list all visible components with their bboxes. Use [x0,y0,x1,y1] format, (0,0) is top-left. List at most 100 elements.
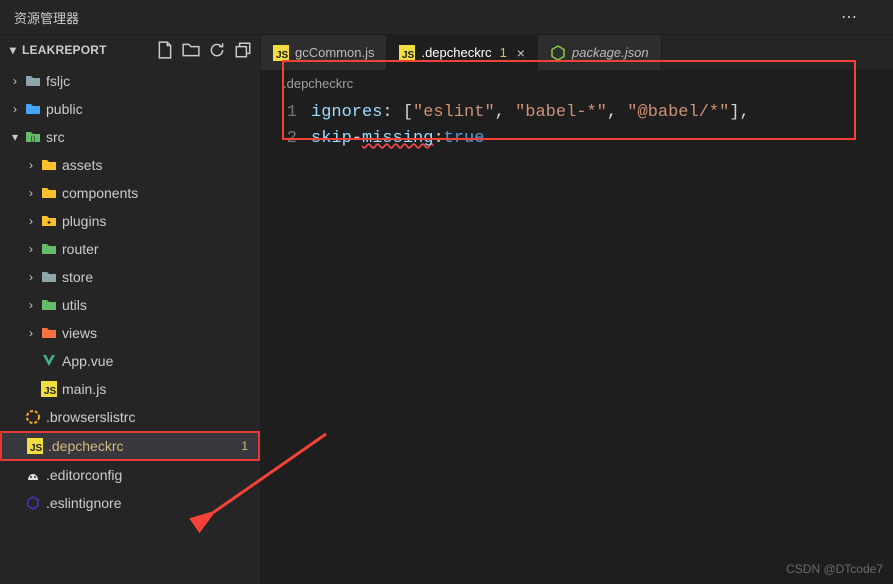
project-name: LEAKREPORT [22,43,107,57]
new-folder-icon[interactable] [182,41,200,59]
folder-green-icon [40,296,58,314]
chevron-down-icon[interactable]: ▾ [8,130,22,144]
file-tree: › fsljc › public ▾ ⟨⟩ src › assets › components › ✦ p… [0,65,260,584]
svg-text:JS: JS [44,386,57,397]
folder-plugins[interactable]: › ✦ plugins [0,207,260,235]
folder-yellow-icon [40,156,58,174]
file-label: .editorconfig [46,467,122,483]
line-numbers: 12 [261,100,311,584]
folder-yellow-plug-icon: ✦ [40,212,58,230]
js-icon: JS [399,45,415,61]
svg-text:JS: JS [402,50,415,61]
code-content[interactable]: ignores: ["eslint", "babel-*", "@babel/*… [311,100,893,584]
explorer-title: 资源管理器 [14,8,79,27]
file-label: .eslintignore [46,495,122,511]
tab-label: .depcheckrc [421,45,491,60]
explorer-titlebar: 资源管理器 ⋯ [0,0,893,35]
js-icon: JS [273,45,289,61]
node-icon [550,45,566,61]
file-label: .depcheckrc [48,438,123,454]
tab--depcheckrc[interactable]: JS .depcheckrc 1 × [387,35,538,70]
line-number: 1 [261,100,297,126]
close-icon[interactable]: × [517,45,525,61]
file-.eslintignore[interactable]: .eslintignore [0,489,260,517]
line-number: 2 [261,126,297,152]
browserslist-icon [24,408,42,426]
breadcrumb-file: .depcheckrc [283,76,353,91]
folder-router[interactable]: › router [0,235,260,263]
chevron-right-icon[interactable]: › [24,214,38,228]
folder-src[interactable]: ▾ ⟨⟩ src [0,123,260,151]
collapse-all-icon[interactable] [234,41,252,59]
tab-label: gcCommon.js [295,45,374,60]
modified-badge: 1 [241,439,248,453]
file-label: router [62,241,99,257]
chevron-right-icon[interactable]: › [8,102,22,116]
file-label: .browserslistrc [46,409,135,425]
js-icon: JS [26,437,44,455]
svg-text:JS: JS [276,50,289,61]
chevron-right-icon[interactable]: › [24,270,38,284]
js-icon: JS [40,380,58,398]
file-label: fsljc [46,73,70,89]
chevron-down-icon: ▾ [6,43,20,57]
file-.browserslistrc[interactable]: .browserslistrc [0,403,260,431]
folder-yellow-icon [40,184,58,202]
chevron-right-icon[interactable]: › [24,242,38,256]
code-line[interactable]: skip-missing:true [311,126,893,152]
file-label: views [62,325,97,341]
svg-text:✦: ✦ [46,219,52,227]
folder-assets[interactable]: › assets [0,151,260,179]
watermark: CSDN @DTcode7 [786,562,883,576]
file-label: plugins [62,213,106,229]
file-label: main.js [62,381,106,397]
file-label: store [62,269,93,285]
folder-views[interactable]: › views [0,319,260,347]
folder-orange-icon [40,324,58,342]
explorer-sidebar: ▾ LEAKREPORT ›fsljc›public▾⟨⟩src›assets›… [0,35,261,584]
file-main.js[interactable]: JS main.js [0,375,260,403]
folder-public[interactable]: › public [0,95,260,123]
svg-text:⟨⟩: ⟨⟩ [30,135,36,143]
file-label: utils [62,297,87,313]
vue-icon [40,352,58,370]
folder-fsljc[interactable]: › fsljc [0,67,260,95]
code-editor[interactable]: 12 ignores: ["eslint", "babel-*", "@babe… [261,96,893,584]
chevron-right-icon[interactable]: › [8,74,22,88]
svg-text:JS: JS [30,443,43,454]
file-label: src [46,129,65,145]
editorconfig-icon [24,466,42,484]
editor-tabs: JS gcCommon.js JS .depcheckrc 1 × package.json [261,35,893,70]
file-label: App.vue [62,353,113,369]
refresh-icon[interactable] [208,41,226,59]
more-actions-button[interactable]: ⋯ [841,7,859,27]
file-.editorconfig[interactable]: .editorconfig [0,461,260,489]
chevron-right-icon[interactable]: › [24,186,38,200]
editor-area: JS gcCommon.js JS .depcheckrc 1 × package.json… [261,35,893,584]
modified-badge: 1 [500,45,507,60]
folder-gray-icon [40,268,58,286]
folder-blue-icon [24,100,42,118]
folder-components[interactable]: › components [0,179,260,207]
file-App.vue[interactable]: App.vue [0,347,260,375]
tab-package-json[interactable]: package.json [538,35,662,70]
new-file-icon[interactable] [156,41,174,59]
chevron-right-icon[interactable]: › [24,298,38,312]
project-header[interactable]: ▾ LEAKREPORT [0,35,260,65]
code-line[interactable]: ignores: ["eslint", "babel-*", "@babel/*… [311,100,893,126]
folder-store[interactable]: › store [0,263,260,291]
chevron-right-icon[interactable]: › [24,158,38,172]
folder-utils[interactable]: › utils [0,291,260,319]
file-label: public [46,101,83,117]
file-label: components [62,185,138,201]
chevron-right-icon[interactable]: › [24,326,38,340]
folder-green-src-icon: ⟨⟩ [24,128,42,146]
file-label: assets [62,157,102,173]
breadcrumb[interactable]: JS .depcheckrc [261,70,893,96]
file-.depcheckrc[interactable]: JS .depcheckrc 1 [0,431,260,461]
eslint-icon [24,494,42,512]
tab-label: package.json [572,45,649,60]
folder-green-icon [40,240,58,258]
folder-gray-icon [24,72,42,90]
tab-gcCommon-js[interactable]: JS gcCommon.js [261,35,387,70]
